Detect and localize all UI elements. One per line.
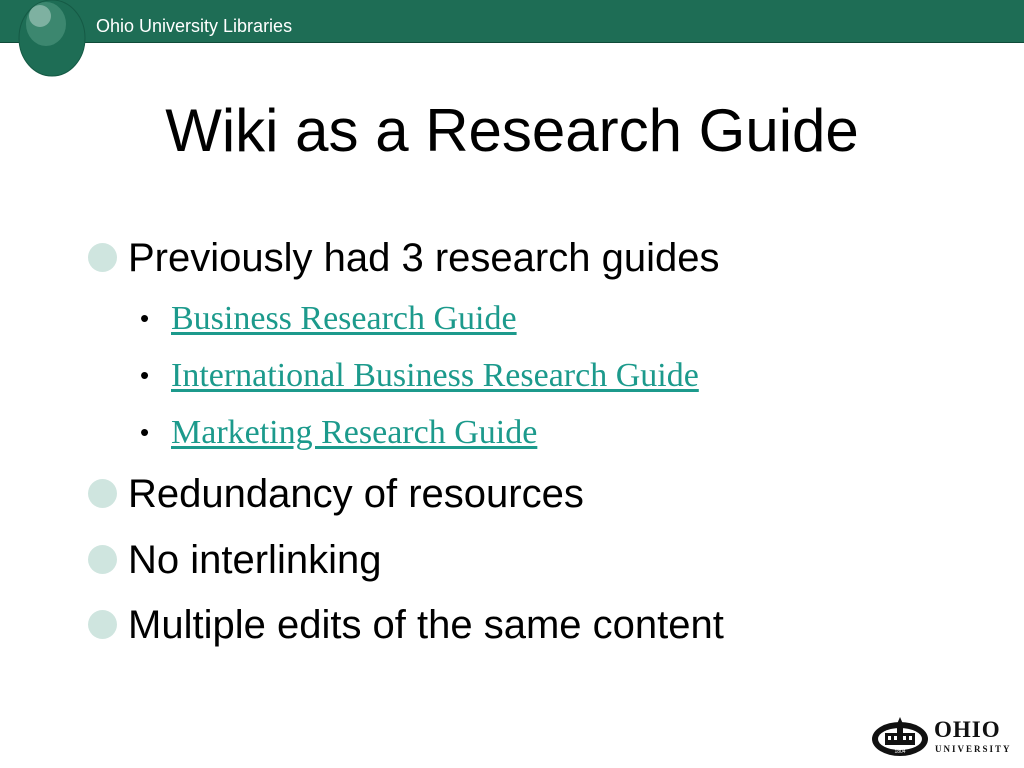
header-title: Ohio University Libraries <box>96 16 293 36</box>
slide: Ohio University Libraries Wiki as a Rese… <box>0 0 1024 768</box>
bullet-text: Redundancy of resources <box>128 472 584 516</box>
bullet-item: Multiple edits of the same content <box>88 601 724 649</box>
sub-bullet-dot-icon: • <box>140 360 150 390</box>
ohio-logo-subtitle: UNIVERSITY <box>935 744 1012 754</box>
sub-bullet-dot-icon: • <box>140 303 150 333</box>
bullet-text: No interlinking <box>128 538 382 582</box>
bullet-text: Multiple edits of the same content <box>128 603 724 647</box>
bullet-circle-icon <box>88 610 117 639</box>
sub-bullet-item: • International Business Research Guide <box>140 355 699 396</box>
bullet-item: No interlinking <box>88 536 381 584</box>
marketing-research-guide-link[interactable]: Marketing Research Guide <box>171 414 537 451</box>
bullet-item: Previously had 3 research guides <box>88 234 719 282</box>
libraries-logo-icon <box>18 0 86 77</box>
bullet-text: Previously had 3 research guides <box>128 236 720 280</box>
bullet-item: Redundancy of resources <box>88 470 584 518</box>
sub-bullet-dot-icon: • <box>140 417 150 447</box>
sub-bullet-item: • Business Research Guide <box>140 298 517 339</box>
ohio-logo-word: OHIO <box>934 717 1001 742</box>
seal-year-text: 1804 <box>894 749 905 755</box>
business-research-guide-link[interactable]: Business Research Guide <box>171 300 517 337</box>
bullet-circle-icon <box>88 545 117 574</box>
header-bar: Ohio University Libraries <box>0 0 1024 43</box>
sub-bullet-item: • Marketing Research Guide <box>140 412 537 453</box>
bullet-circle-icon <box>88 479 117 508</box>
international-business-research-guide-link[interactable]: International Business Research Guide <box>171 357 699 394</box>
slide-title: Wiki as a Research Guide <box>165 97 859 164</box>
bullet-circle-icon <box>88 243 117 272</box>
